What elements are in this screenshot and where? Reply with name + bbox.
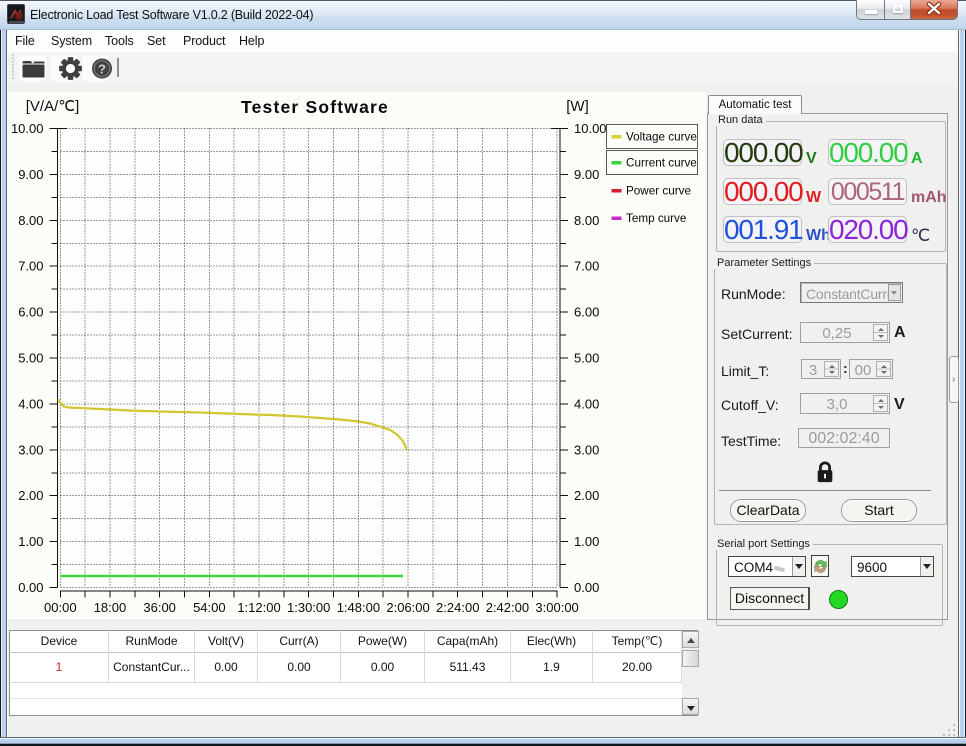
svg-text:0.00: 0.00 [574, 580, 599, 595]
svg-text:6.00: 6.00 [574, 305, 599, 320]
svg-text:2:06:00: 2:06:00 [386, 600, 429, 615]
svg-text:2.00: 2.00 [574, 488, 599, 503]
svg-text:[W]: [W] [566, 98, 589, 115]
svg-text:10.00: 10.00 [574, 121, 607, 136]
svg-text:00:00: 00:00 [44, 600, 77, 615]
svg-text:4.00: 4.00 [18, 396, 43, 411]
svg-text:Power curve: Power curve [626, 185, 691, 198]
svg-text:8.00: 8.00 [18, 213, 43, 228]
svg-text:2:24:00: 2:24:00 [436, 600, 479, 615]
svg-text:5.00: 5.00 [574, 351, 599, 366]
svg-text:7.00: 7.00 [18, 259, 43, 274]
svg-text:5.00: 5.00 [18, 351, 43, 366]
svg-text:7.00: 7.00 [574, 259, 599, 274]
svg-text:1:12:00: 1:12:00 [237, 600, 280, 615]
svg-text:3:00:00: 3:00:00 [535, 600, 578, 615]
svg-text:1:30:00: 1:30:00 [287, 600, 330, 615]
svg-text:8.00: 8.00 [574, 213, 599, 228]
svg-text:9.00: 9.00 [574, 167, 599, 182]
svg-text:6.00: 6.00 [18, 305, 43, 320]
svg-text:10.00: 10.00 [11, 121, 44, 136]
svg-text:0.00: 0.00 [18, 580, 43, 595]
svg-text:Current curve: Current curve [626, 157, 697, 170]
svg-text:Voltage curve: Voltage curve [626, 131, 697, 144]
svg-text:1:48:00: 1:48:00 [337, 600, 380, 615]
svg-text:54:00: 54:00 [193, 600, 226, 615]
svg-text:18:00: 18:00 [94, 600, 127, 615]
svg-text:4.00: 4.00 [574, 396, 599, 411]
svg-text:36:00: 36:00 [143, 600, 176, 615]
svg-text:1.00: 1.00 [574, 534, 599, 549]
svg-text:9.00: 9.00 [18, 167, 43, 182]
svg-text:Tester Software: Tester Software [241, 97, 389, 117]
svg-text:2.00: 2.00 [18, 488, 43, 503]
svg-text:3.00: 3.00 [18, 442, 43, 457]
svg-text:2:42:00: 2:42:00 [486, 600, 529, 615]
svg-text:3.00: 3.00 [574, 442, 599, 457]
svg-text:[V/A/℃]: [V/A/℃] [26, 98, 80, 115]
svg-text:Temp curve: Temp curve [626, 212, 686, 225]
svg-text:?: ? [98, 61, 106, 76]
svg-text:1.00: 1.00 [18, 534, 43, 549]
